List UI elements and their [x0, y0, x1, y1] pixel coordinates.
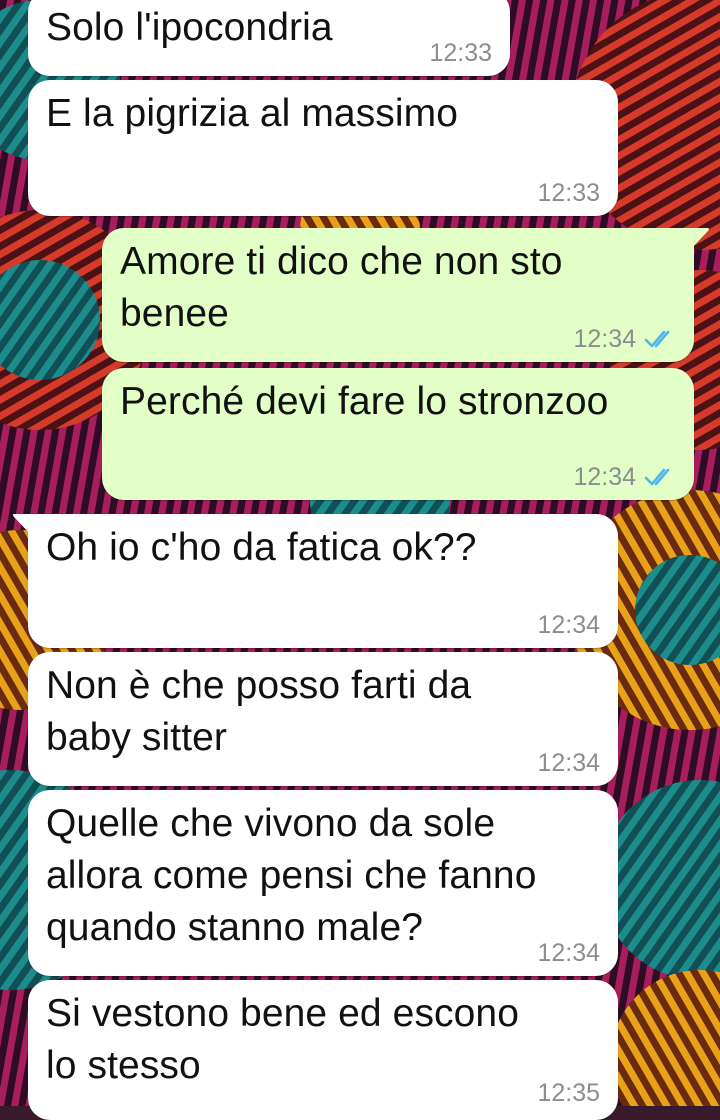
- message-bubble-incoming[interactable]: Si vestono bene ed escono lo stesso 12:3…: [28, 980, 618, 1120]
- double-check-read-icon: [644, 330, 670, 348]
- message-timestamp: 12:35: [537, 1079, 600, 1107]
- message-timestamp: 12:34: [537, 749, 600, 777]
- message-text: Non è che posso farti da baby sitter: [46, 664, 472, 759]
- message-timestamp: 12:34: [537, 611, 600, 639]
- message-bubble-incoming[interactable]: Solo l'ipocondria 12:33: [28, 0, 510, 76]
- message-bubble-incoming[interactable]: Quelle che vivono da sole allora come pe…: [28, 790, 618, 976]
- message-text: Solo l'ipocondria: [46, 6, 333, 49]
- message-bubble-incoming[interactable]: Non è che posso farti da baby sitter 12:…: [28, 652, 618, 786]
- message-text: E la pigrizia al massimo: [46, 92, 459, 135]
- double-check-read-icon: [644, 468, 670, 486]
- message-text: Si vestono bene ed escono lo stesso: [46, 992, 520, 1087]
- message-text: Oh io c'ho da fatica ok??: [46, 526, 477, 569]
- message-list[interactable]: Solo l'ipocondria 12:33 E la pigrizia al…: [0, 0, 720, 1120]
- message-bubble-outgoing[interactable]: Amore ti dico che non sto benee 12:34: [102, 228, 694, 362]
- message-bubble-outgoing[interactable]: Perché devi fare lo stronzoo 12:34: [102, 368, 694, 500]
- message-timestamp: 12:34: [573, 325, 636, 353]
- message-bubble-incoming[interactable]: Oh io c'ho da fatica ok?? 12:34: [28, 514, 618, 648]
- message-timestamp: 12:33: [537, 179, 600, 207]
- message-bubble-incoming[interactable]: E la pigrizia al massimo 12:33: [28, 80, 618, 216]
- message-text: Quelle che vivono da sole allora come pe…: [46, 802, 537, 949]
- message-timestamp: 12:33: [429, 39, 492, 67]
- message-timestamp: 12:34: [537, 939, 600, 967]
- message-text: Perché devi fare lo stronzoo: [120, 380, 609, 423]
- message-timestamp: 12:34: [573, 463, 636, 491]
